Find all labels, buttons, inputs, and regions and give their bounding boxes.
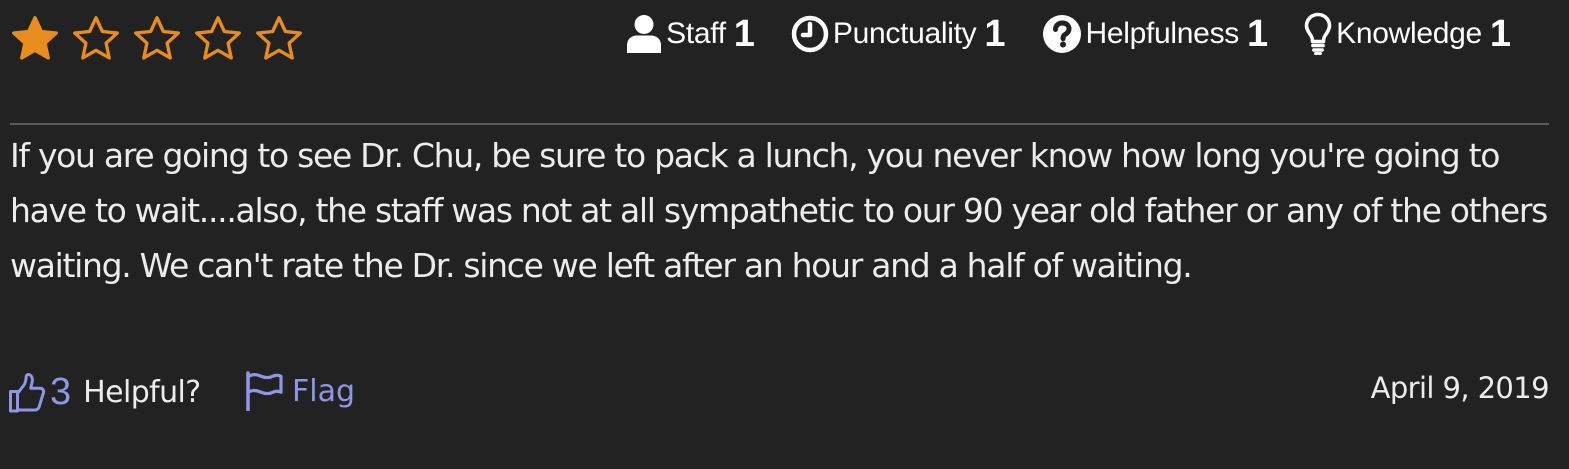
helpful-label: Helpful? [83,375,201,410]
flag-icon [244,371,286,411]
review-text: If you are going to see Dr. Chu, be sure… [10,136,1548,285]
metric-punctuality: Punctuality 1 [791,13,1006,56]
metric-value: 1 [984,12,1006,55]
flag-label: Flag [292,373,356,409]
metric-label: Staff [666,17,726,50]
metric-label: Punctuality [832,17,977,50]
metric-staff: Staff 1 [626,13,755,56]
thumbs-up-icon [8,372,46,414]
star-icon-empty [192,14,244,64]
star-icon-empty [253,14,305,64]
helpful-count: 3 [50,371,72,413]
review-footer: 3 Helpful? Flag April 9, 2019 [8,365,1550,417]
rating-metrics: Staff 1 Punctuality 1 Helpfulness 1 Know… [626,12,1511,56]
clock-icon [791,15,829,53]
star-icon-filled [9,14,61,64]
helpful-button[interactable]: 3 Helpful? [8,371,201,414]
question-circle-icon [1042,14,1082,54]
metric-helpfulness: Helpfulness 1 [1042,12,1269,56]
divider [10,123,1549,125]
star-rating [9,14,305,64]
metric-value: 1 [733,12,755,55]
flag-button[interactable]: Flag [244,371,355,411]
review-date: April 9, 2019 [1370,371,1550,405]
metric-value: 1 [1246,12,1269,55]
metric-value: 1 [1489,12,1511,55]
lightbulb-icon [1304,12,1332,56]
star-icon-empty [70,14,122,64]
star-icon-empty [131,14,183,64]
metric-knowledge: Knowledge 1 [1304,12,1511,56]
metric-label: Helpfulness [1085,17,1240,50]
review-card: Staff 1 Punctuality 1 Helpfulness 1 Know… [0,0,1569,469]
user-icon [626,14,662,54]
metric-label: Knowledge [1336,17,1482,50]
